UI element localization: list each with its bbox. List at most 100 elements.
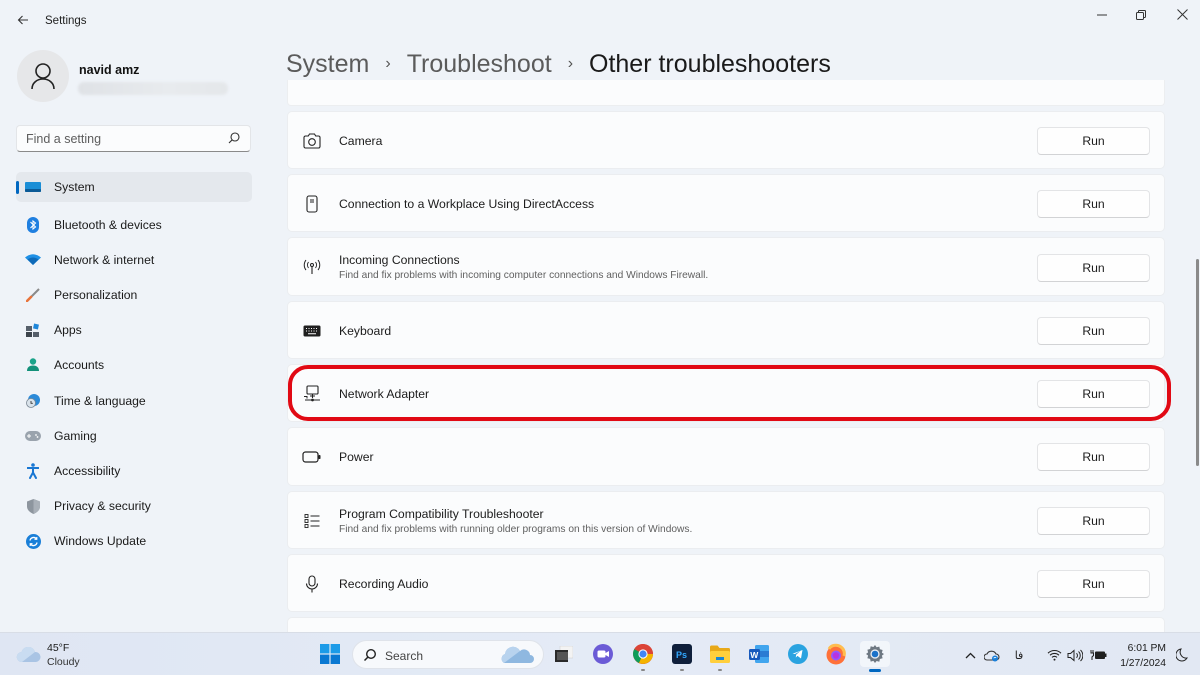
troubleshooter-network-adapter: Network Adapter Run: [287, 364, 1165, 422]
settings-search[interactable]: [16, 125, 251, 152]
globe-clock-icon: [25, 393, 41, 409]
troubleshooter-program-compatibility: Program Compatibility Troubleshooter Fin…: [287, 491, 1165, 549]
active-app-indicator: [869, 669, 881, 672]
troubleshooter-title: Power: [339, 450, 374, 464]
start-button[interactable]: [317, 641, 343, 667]
troubleshooter-title: Keyboard: [339, 324, 392, 338]
breadcrumb-troubleshoot[interactable]: Troubleshoot: [407, 50, 552, 79]
troubleshooter-power: Power Run: [287, 427, 1165, 486]
sidebar-item-label: Network & internet: [54, 252, 155, 267]
run-button-incoming-connections[interactable]: Run: [1037, 254, 1150, 282]
gamepad-icon: [25, 428, 41, 444]
search-input[interactable]: [17, 126, 217, 151]
volume-tray-button[interactable]: [1066, 646, 1084, 664]
run-button-network-adapter[interactable]: Run: [1037, 380, 1150, 408]
avatar[interactable]: [17, 50, 69, 102]
run-button-directaccess[interactable]: Run: [1037, 190, 1150, 218]
paintbrush-icon: [25, 287, 41, 303]
file-explorer-button[interactable]: [707, 641, 733, 671]
sidebar-item-accounts[interactable]: Accounts: [16, 348, 252, 383]
page-title: Other troubleshooters: [589, 50, 831, 78]
scrollbar-thumb[interactable]: [1196, 259, 1199, 466]
word-icon: W: [749, 645, 769, 663]
onedrive-tray-button[interactable]: [983, 646, 1001, 664]
run-button-camera[interactable]: Run: [1037, 127, 1150, 155]
svg-text:Ps: Ps: [676, 650, 687, 660]
chrome-button[interactable]: [630, 641, 656, 671]
sidebar-item-accessibility[interactable]: Accessibility: [16, 453, 252, 488]
sidebar-item-label: System: [54, 180, 95, 194]
run-button-recording-audio[interactable]: Run: [1037, 570, 1150, 598]
camera-icon: [302, 131, 322, 151]
sidebar-item-label: Apps: [54, 323, 82, 338]
firefox-button[interactable]: [823, 641, 849, 667]
taskbar: 45°F Cloudy Search Ps W فا 6:01 PM 1/27/…: [0, 632, 1200, 675]
telegram-button[interactable]: [785, 641, 811, 667]
weather-widget[interactable]: 45°F Cloudy: [16, 639, 106, 671]
video-chat-button[interactable]: [590, 641, 616, 667]
run-button-power[interactable]: Run: [1037, 443, 1150, 471]
chrome-icon: [633, 643, 653, 664]
accessibility-icon: [25, 463, 41, 479]
breadcrumb-separator: ›: [385, 54, 391, 72]
network-adapter-icon: [302, 384, 322, 404]
troubleshooter-camera: Camera Run: [287, 111, 1165, 169]
keyboard-icon: [302, 321, 322, 341]
restore-icon: [1136, 10, 1146, 20]
sidebar-item-label: Time & language: [54, 393, 146, 408]
sidebar-item-label: Windows Update: [54, 534, 147, 549]
weather-temperature: 45°F: [47, 642, 70, 654]
minimize-button[interactable]: [1087, 6, 1117, 26]
run-button-program-compatibility[interactable]: Run: [1037, 507, 1150, 535]
clock[interactable]: 6:01 PM 1/27/2024: [1116, 641, 1166, 671]
photoshop-button[interactable]: Ps: [669, 641, 695, 671]
troubleshooter-recording-audio: Recording Audio Run: [287, 554, 1165, 612]
sidebar-item-system[interactable]: System: [16, 172, 252, 202]
wifi-icon: [25, 252, 41, 268]
close-button[interactable]: [1167, 6, 1197, 26]
sidebar-item-network[interactable]: Network & internet: [16, 242, 252, 277]
troubleshooter-directaccess: Connection to a Workplace Using DirectAc…: [287, 174, 1165, 232]
sidebar-item-bluetooth[interactable]: Bluetooth & devices: [16, 207, 252, 242]
profile-email-redacted: [78, 82, 228, 95]
system-monitor-icon: [25, 179, 41, 195]
list-item-partial: [287, 617, 1165, 632]
sidebar-item-windows-update[interactable]: Windows Update: [16, 524, 252, 559]
troubleshooter-keyboard: Keyboard Run: [287, 301, 1165, 359]
sidebar-item-label: Privacy & security: [54, 499, 151, 514]
sidebar-item-gaming[interactable]: Gaming: [16, 418, 252, 453]
moon-icon: [1176, 648, 1188, 662]
sidebar-item-apps[interactable]: Apps: [16, 313, 252, 348]
shield-icon: [25, 498, 41, 514]
running-indicator: [641, 669, 645, 671]
task-view-button[interactable]: [551, 641, 577, 667]
video-chat-icon: [593, 644, 613, 664]
firefox-icon: [826, 643, 846, 665]
troubleshooter-title: Recording Audio: [339, 577, 429, 591]
troubleshooter-description: Find and fix problems with incoming comp…: [339, 270, 709, 281]
restore-button[interactable]: [1126, 6, 1156, 26]
taskbar-search-label: Search: [385, 649, 424, 663]
taskbar-search[interactable]: Search: [352, 640, 544, 669]
chevron-up-icon: [965, 652, 975, 658]
sidebar-item-label: Accessibility: [54, 463, 121, 478]
troubleshooter-title: Incoming Connections: [339, 253, 460, 267]
bluetooth-icon: [25, 216, 41, 233]
close-icon: [1176, 9, 1188, 20]
show-hidden-icons-button[interactable]: [962, 646, 978, 664]
wifi-tray-button[interactable]: [1046, 646, 1062, 664]
back-button[interactable]: [14, 12, 32, 30]
sidebar-item-privacy[interactable]: Privacy & security: [16, 489, 252, 524]
run-button-keyboard[interactable]: Run: [1037, 317, 1150, 345]
settings-taskbar-button[interactable]: [860, 641, 890, 672]
language-indicator[interactable]: فا: [1012, 646, 1026, 664]
sidebar-item-personalization[interactable]: Personalization: [16, 277, 252, 312]
breadcrumb-system[interactable]: System: [286, 50, 369, 79]
folder-icon: [710, 645, 730, 663]
battery-tray-button[interactable]: [1089, 646, 1107, 664]
sidebar-item-time-language[interactable]: Time & language: [16, 383, 252, 418]
troubleshooter-title: Camera: [339, 134, 383, 148]
word-button[interactable]: W: [746, 641, 772, 667]
windows-start-icon: [320, 644, 340, 664]
focus-assist-button[interactable]: [1174, 646, 1190, 664]
